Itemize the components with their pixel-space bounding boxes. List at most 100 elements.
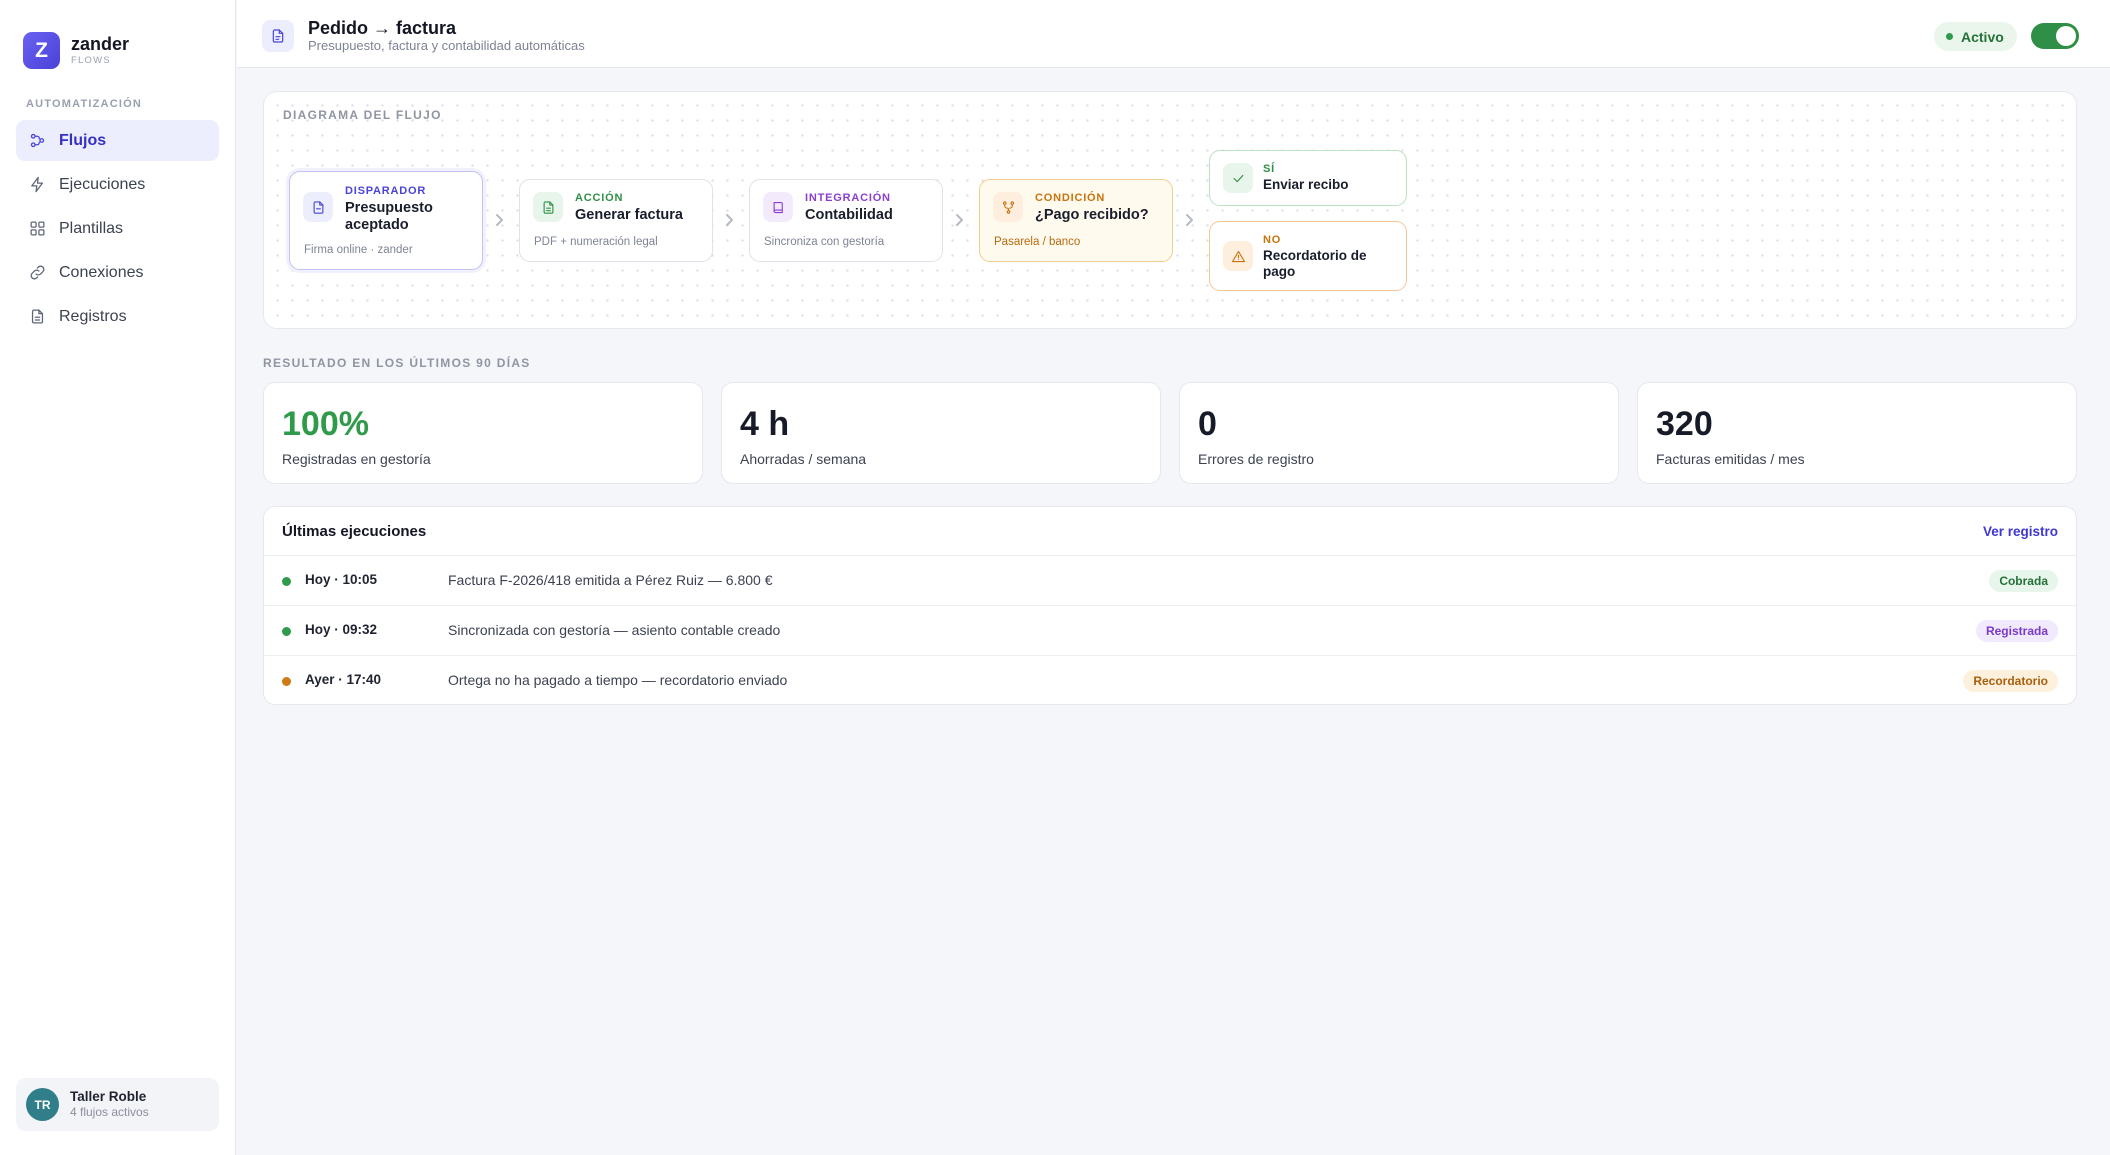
- chevron-right-icon: [952, 213, 966, 227]
- chevron-right-icon: [1182, 213, 1196, 227]
- user-name: Taller Roble: [70, 1089, 147, 1105]
- node-trigger[interactable]: DISPARADOR Presupuesto aceptado Firma on…: [289, 171, 483, 270]
- node-note: PDF + numeración legal: [534, 236, 658, 248]
- node-kind: DISPARADOR: [345, 185, 427, 197]
- stat-label: Errores de registro: [1198, 451, 1314, 467]
- run-description: Ortega no ha pagado a tiempo — recordato…: [448, 672, 788, 688]
- status-dot: [282, 577, 291, 586]
- runs-title: Últimas ejecuciones: [282, 523, 427, 540]
- user-card[interactable]: TR Taller Roble 4 flujos activos: [16, 1078, 219, 1131]
- brand-logo: Z: [23, 32, 60, 69]
- status-badge: Activo: [1934, 22, 2017, 51]
- status-dot: [282, 627, 291, 636]
- branch-title: Recordatorio de pago: [1263, 248, 1367, 279]
- sidebar: Z zander FLOWS AUTOMATIZACIÓN Flujos Eje…: [0, 0, 236, 1155]
- sidebar-item-label: Ejecuciones: [59, 175, 146, 193]
- table-row[interactable]: Ayer · 17:40 Ortega no ha pagado a tiemp…: [264, 656, 2076, 704]
- node-note: Sincroniza con gestoría: [764, 236, 885, 248]
- check-icon: [1223, 163, 1253, 193]
- node-kind: ACCIÓN: [575, 192, 624, 204]
- sidebar-item-conexiones[interactable]: Conexiones: [16, 252, 219, 293]
- node-title: Presupuesto aceptado: [345, 200, 433, 233]
- stat-label: Registradas en gestoría: [282, 451, 431, 467]
- brand-sub: FLOWS: [71, 55, 111, 67]
- node-kind: INTEGRACIÓN: [805, 192, 891, 204]
- sidebar-item-flujos[interactable]: Flujos: [16, 120, 219, 161]
- sidebar-item-label: Flujos: [59, 131, 107, 149]
- stat-value: 4 h: [740, 405, 790, 443]
- stat-card: 320 Facturas emitidas / mes: [1637, 382, 2077, 484]
- run-time: Ayer · 17:40: [305, 672, 382, 687]
- chevron-right-icon: [722, 213, 736, 227]
- node-note: Firma online · zander: [304, 244, 413, 256]
- sidebar-item-label: Plantillas: [59, 219, 124, 237]
- sidebar-item-label: Registros: [59, 307, 127, 325]
- node-integration[interactable]: INTEGRACIÓN Contabilidad Sincroniza con …: [749, 179, 943, 262]
- document-icon: [303, 192, 333, 222]
- run-description: Sincronizada con gestoría — asiento cont…: [448, 622, 781, 638]
- page-subtitle: Presupuesto, factura y contabilidad auto…: [308, 38, 585, 53]
- branch-title: Enviar recibo: [1263, 177, 1349, 192]
- grid-icon: [30, 221, 45, 236]
- brand[interactable]: Z zander FLOWS: [23, 32, 129, 69]
- book-icon: [763, 192, 793, 222]
- table-row[interactable]: Hoy · 09:32 Sincronizada con gestoría — …: [264, 606, 2076, 656]
- document-icon: [262, 20, 294, 52]
- flow-icon: [30, 133, 45, 148]
- invoice-icon: [533, 192, 563, 222]
- run-time: Hoy · 10:05: [305, 572, 378, 587]
- document-icon: [31, 309, 44, 324]
- table-row[interactable]: Hoy · 10:05 Factura F-2026/418 emitida a…: [264, 556, 2076, 606]
- sidebar-item-ejecuciones[interactable]: Ejecuciones: [16, 164, 219, 205]
- brand-name: zander: [71, 34, 130, 55]
- stat-label: Facturas emitidas / mes: [1656, 451, 1805, 467]
- run-time: Hoy · 09:32: [305, 622, 378, 637]
- node-title: Contabilidad: [805, 207, 893, 223]
- branch-kind: NO: [1263, 234, 1282, 246]
- node-action[interactable]: ACCIÓN Generar factura PDF + numeración …: [519, 179, 713, 262]
- header: Pedido → factura Presupuesto, factura y …: [237, 0, 2110, 68]
- link-icon: [30, 265, 45, 280]
- stat-label: Ahorradas / semana: [740, 451, 867, 467]
- status-dot: [1946, 33, 1953, 40]
- sidebar-section-label: AUTOMATIZACIÓN: [26, 98, 142, 110]
- sidebar-item-registros[interactable]: Registros: [16, 296, 219, 337]
- node-condition[interactable]: CONDICIÓN ¿Pago recibido? Pasarela / ban…: [979, 179, 1173, 262]
- stat-card: 100% Registradas en gestoría: [263, 382, 703, 484]
- runs-header: Últimas ejecuciones Ver registro: [264, 507, 2076, 556]
- status-badge: Registrada: [1975, 620, 2058, 642]
- status-badge: Cobrada: [1989, 570, 2058, 592]
- branch-kind: SÍ: [1263, 163, 1275, 175]
- stat-card: 0 Errores de registro: [1179, 382, 1619, 484]
- stat-value: 0: [1198, 405, 1217, 443]
- recent-runs: Últimas ejecuciones Ver registro Hoy · 1…: [263, 506, 2077, 705]
- run-description: Factura F-2026/418 emitida a Pérez Ruiz …: [448, 572, 773, 588]
- page-title: Pedido → factura: [308, 18, 457, 38]
- flow-diagram: DIAGRAMA DEL FLUJO DISPARADOR Presupuest…: [263, 91, 2077, 329]
- sidebar-nav: Flujos Ejecuciones Plantillas Conexiones…: [16, 120, 219, 340]
- user-sub: 4 flujos activos: [70, 1105, 149, 1120]
- bolt-icon: [31, 176, 44, 193]
- node-title: Generar factura: [575, 207, 683, 223]
- sidebar-item-plantillas[interactable]: Plantillas: [16, 208, 219, 249]
- chevron-right-icon: [492, 213, 506, 227]
- status-dot: [282, 677, 291, 686]
- avatar: TR: [26, 1088, 59, 1121]
- status-badge: Recordatorio: [1963, 670, 2058, 692]
- node-kind: CONDICIÓN: [1035, 192, 1106, 204]
- view-log-link[interactable]: Ver registro: [1983, 524, 2058, 539]
- branch-no[interactable]: NO Recordatorio de pago: [1209, 221, 1407, 291]
- stat-value: 320: [1656, 405, 1713, 443]
- warning-icon: [1223, 241, 1253, 271]
- branch-icon: [993, 192, 1023, 222]
- status-label: Activo: [1961, 28, 2004, 45]
- stat-card: 4 h Ahorradas / semana: [721, 382, 1161, 484]
- stat-value: 100%: [282, 405, 369, 443]
- branch-yes[interactable]: SÍ Enviar recibo: [1209, 150, 1407, 206]
- diagram-label: DIAGRAMA DEL FLUJO: [283, 108, 442, 122]
- toggle-knob: [2056, 26, 2076, 46]
- active-toggle[interactable]: [2031, 23, 2079, 49]
- node-note: Pasarela / banco: [994, 236, 1081, 248]
- node-title: ¿Pago recibido?: [1035, 207, 1149, 223]
- sidebar-item-label: Conexiones: [59, 263, 144, 281]
